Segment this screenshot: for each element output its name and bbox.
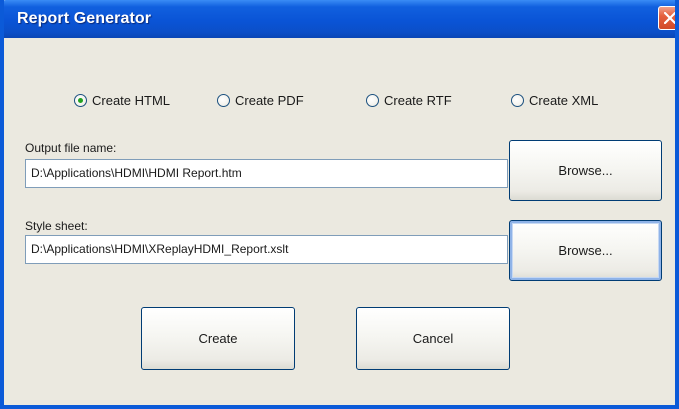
radio-create-html[interactable]: Create HTML: [74, 89, 170, 111]
report-generator-dialog: Report Generator Create HTML Create PDF …: [0, 0, 679, 409]
radio-label-create-html: Create HTML: [92, 92, 171, 108]
output-file-browse-button[interactable]: Browse...: [509, 140, 662, 201]
cancel-button[interactable]: Cancel: [356, 307, 510, 370]
output-file-label: Output file name:: [25, 141, 117, 155]
title-bar[interactable]: Report Generator: [4, 0, 675, 38]
style-sheet-input[interactable]: D:\Applications\HDMI\XReplayHDMI_Report.…: [25, 235, 508, 264]
radio-label-create-rtf: Create RTF: [384, 92, 452, 108]
style-sheet-browse-button[interactable]: Browse...: [509, 220, 662, 281]
radio-label-create-pdf: Create PDF: [235, 92, 304, 108]
close-icon: [664, 12, 675, 24]
radio-create-xml[interactable]: Create XML: [511, 89, 598, 111]
window-title: Report Generator: [17, 10, 152, 27]
radio-create-rtf[interactable]: Create RTF: [366, 89, 452, 111]
create-button[interactable]: Create: [141, 307, 295, 370]
format-radio-group: Create HTML Create PDF Create RTF Create…: [4, 89, 675, 111]
radio-button[interactable]: [217, 93, 230, 107]
style-sheet-label: Style sheet:: [25, 219, 88, 233]
radio-label-create-xml: Create XML: [529, 92, 599, 108]
radio-button[interactable]: [511, 93, 524, 107]
radio-button[interactable]: [366, 93, 379, 107]
output-file-input[interactable]: D:\Applications\HDMI\HDMI Report.htm: [25, 159, 508, 188]
radio-button-checked[interactable]: [74, 93, 87, 107]
close-button[interactable]: [658, 6, 675, 30]
radio-create-pdf[interactable]: Create PDF: [217, 89, 304, 111]
